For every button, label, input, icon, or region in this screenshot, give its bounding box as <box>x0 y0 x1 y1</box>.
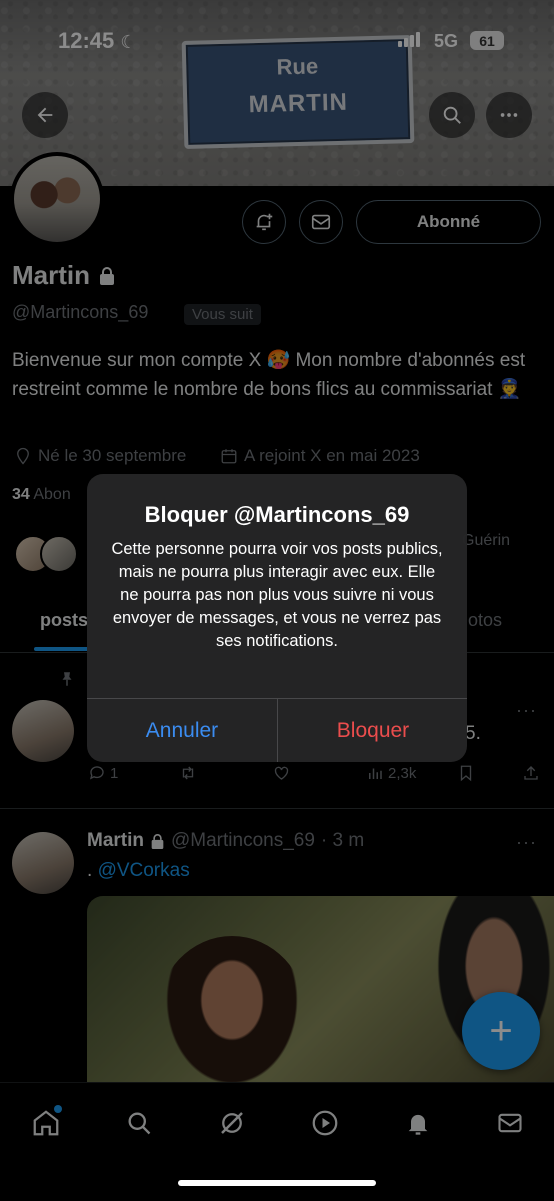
dialog-title: Bloquer @Martincons_69 <box>144 502 410 527</box>
cancel-button[interactable]: Annuler <box>87 699 277 762</box>
dialog-message: Cette personne pourra voir vos posts pub… <box>111 540 443 650</box>
home-indicator[interactable] <box>178 1180 376 1186</box>
block-confirmation-dialog: Bloquer @Martincons_69 Cette personne po… <box>87 474 467 762</box>
block-button[interactable]: Bloquer <box>278 699 467 762</box>
